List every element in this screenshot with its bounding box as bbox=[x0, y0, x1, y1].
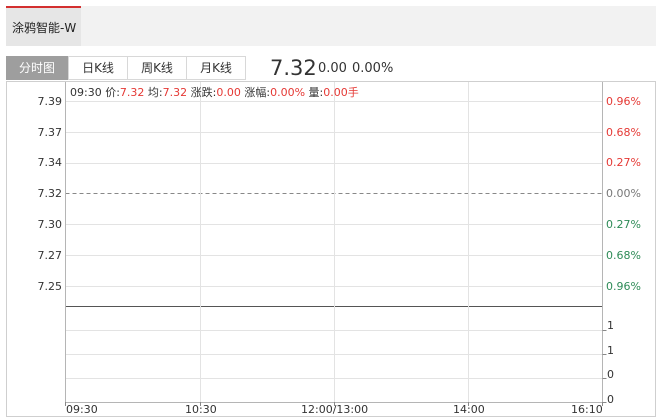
y-label-left: 7.27 bbox=[37, 249, 63, 262]
info-chg-label: 涨跌: bbox=[190, 86, 217, 99]
y-label-right: 0.68% bbox=[606, 126, 641, 139]
info-price: 7.32 bbox=[119, 86, 145, 99]
y-label-right: 0.27% bbox=[606, 156, 641, 169]
y-label-left: 7.30 bbox=[37, 218, 63, 231]
y-label-right: 0.96% bbox=[606, 280, 641, 293]
info-avg: 7.32 bbox=[162, 86, 188, 99]
info-chgpct-label: 涨幅: bbox=[244, 86, 271, 99]
y-label-left: 7.37 bbox=[37, 126, 63, 139]
y-label-left: 7.39 bbox=[37, 95, 63, 108]
y-label-right: 0.96% bbox=[606, 95, 641, 108]
x-label: 09:30 bbox=[66, 403, 98, 416]
chart-info-line: 09:30 价:7.32 均:7.32 涨跌:0.00 涨幅:0.00% 量:0… bbox=[70, 86, 359, 100]
vol-label: 0 bbox=[607, 393, 614, 406]
info-chg: 0.00 bbox=[216, 86, 241, 99]
x-label: 14:00 bbox=[453, 403, 485, 416]
y-label-right: 0.00% bbox=[606, 187, 641, 200]
x-label: 16:10 bbox=[571, 403, 603, 416]
info-vol: 0.00手 bbox=[323, 86, 359, 99]
info-avg-label: 均: bbox=[147, 86, 163, 99]
info-price-label: 价: bbox=[105, 86, 120, 99]
y-label-left: 7.32 bbox=[37, 187, 63, 200]
chart-canvas bbox=[65, 82, 607, 406]
y-label-left: 7.25 bbox=[37, 280, 63, 293]
vol-label: 1 bbox=[607, 344, 614, 357]
vol-label: 0 bbox=[607, 368, 614, 381]
y-label-right: 0.68% bbox=[606, 249, 641, 262]
info-time: 09:30 bbox=[70, 86, 102, 99]
y-label-left: 7.34 bbox=[37, 156, 63, 169]
info-vol-label: 量: bbox=[308, 86, 324, 99]
vol-label: 1 bbox=[607, 319, 614, 332]
x-label: 10:30 bbox=[185, 403, 217, 416]
y-label-right: 0.27% bbox=[606, 218, 641, 231]
info-chgpct: 0.00% bbox=[270, 86, 306, 99]
x-label: 12:00/13:00 bbox=[301, 403, 369, 416]
